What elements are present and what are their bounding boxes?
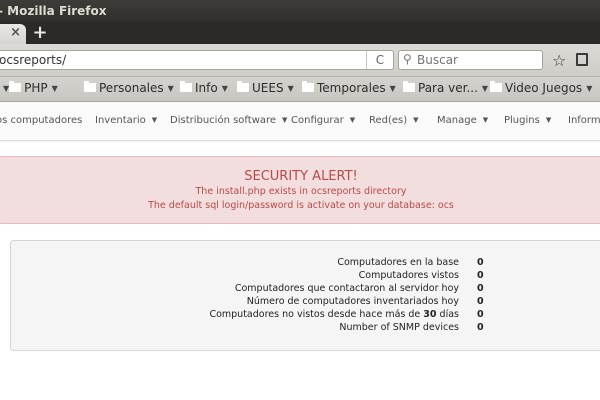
bookmark-label: PHP (24, 81, 48, 95)
stat-label-before: Computadores no vistos desde hace más de (209, 309, 421, 320)
stat-row: Número de computadores inventariados hoy… (11, 296, 600, 309)
search-box[interactable]: ⚲ (398, 50, 543, 70)
bookmarks-toolbar: ▼ PHP ▼ Personales ▼ Info ▼ UEES ▼ Temporales… (0, 77, 600, 102)
stat-label: Computadores en la base (337, 257, 459, 268)
bookmarks-menu-icon[interactable] (576, 53, 588, 66)
nav-item-computadores[interactable]: os computadores (0, 115, 82, 126)
nav-label: Red(es) (369, 115, 408, 126)
stat-row: Number of SNMP devices 0 (11, 322, 600, 335)
bookmark-folder-para-ver[interactable]: Para ver... ▼ (403, 81, 488, 97)
stat-row: Computadores que contactaron al servidor… (11, 283, 600, 296)
folder-icon (302, 81, 314, 92)
caret-down-icon: ▼ (413, 116, 419, 124)
nav-item-redes[interactable]: Red(es) ▼ (369, 115, 419, 126)
chevron-down-icon: ▼ (389, 84, 396, 93)
nav-item-manage[interactable]: Manage ▼ (437, 115, 488, 126)
nav-item-plugins[interactable]: Plugins ▼ (504, 115, 551, 126)
folder-icon (237, 81, 249, 92)
caret-down-icon: ▼ (349, 116, 356, 124)
caret-down-icon: ▼ (482, 116, 489, 124)
bookmark-folder-video-juegos[interactable]: Video Juegos ▼ (490, 81, 592, 97)
bookmark-label: Personales (99, 81, 164, 95)
browser-tab[interactable]: × (0, 24, 26, 44)
bookmark-folder-temporales[interactable]: Temporales ▼ (302, 81, 396, 97)
nav-label: os computadores (0, 115, 83, 126)
bookmark-folder-php[interactable]: ▼ PHP ▼ (0, 81, 58, 97)
reload-icon[interactable]: C (366, 51, 393, 69)
stat-label: Número de computadores inventariados hoy (246, 296, 459, 307)
security-alert: SECURITY ALERT! The install.php exists i… (0, 156, 600, 224)
close-tab-icon[interactable]: × (10, 25, 21, 40)
bookmark-star-icon[interactable]: ☆ (552, 51, 566, 70)
caret-down-icon: ▼ (151, 116, 158, 124)
nav-item-configurar[interactable]: Configurar ▼ (291, 115, 355, 126)
stat-row: Computadores en la base 0 (11, 257, 600, 270)
stat-value: 0 (477, 322, 484, 333)
stat-label: Computadores no vistos desde hace más de… (209, 309, 459, 320)
bookmark-folder-info[interactable]: Info ▼ (180, 81, 228, 97)
stat-label: Computadores vistos (358, 270, 459, 281)
nav-label: Informa (568, 115, 600, 126)
folder-icon (490, 81, 502, 92)
chevron-down-icon: ▼ (221, 84, 228, 93)
folder-icon (84, 81, 96, 92)
url-bar[interactable]: ocsreports/ C (0, 50, 394, 70)
bookmark-label: Video Juegos (505, 81, 583, 95)
chevron-down-icon: ▼ (167, 84, 174, 93)
search-input[interactable] (417, 52, 537, 68)
bookmark-label: Info (195, 81, 218, 95)
stat-value: 0 (477, 257, 484, 268)
stat-value: 0 (477, 283, 484, 294)
window-title: - Mozilla Firefox (0, 4, 107, 18)
caret-down-icon: ▼ (282, 116, 288, 124)
bookmark-label: Para ver... (418, 81, 478, 95)
nav-item-informacion[interactable]: Informa (568, 115, 600, 126)
stats-panel: Computadores en la base 0 Computadores v… (10, 240, 600, 351)
navigation-toolbar: ocsreports/ C ⚲ ☆ (0, 44, 600, 77)
alert-message-login: The default sql login/password is activa… (148, 200, 454, 211)
stat-row: Computadores vistos 0 (11, 270, 600, 283)
search-icon: ⚲ (403, 52, 412, 66)
stat-value: 0 (477, 309, 484, 320)
stat-label-after: días (439, 309, 459, 320)
nav-label: Manage (437, 115, 477, 126)
caret-down-icon: ▼ (545, 116, 552, 124)
nav-item-inventario[interactable]: Inventario ▼ (95, 115, 157, 126)
alert-message-install: The install.php exists in ocsreports dir… (195, 186, 407, 197)
bookmark-label: UEES (252, 81, 284, 95)
folder-icon (9, 81, 22, 92)
nav-label: Distribución software (170, 115, 277, 126)
alert-heading: SECURITY ALERT! (244, 169, 358, 184)
app-navbar: os computadores Inventario ▼ Distribución… (0, 102, 600, 141)
stat-label: Computadores que contactaron al servidor… (234, 283, 459, 294)
chevron-down-icon: ▼ (586, 84, 593, 93)
nav-item-distribucion-software[interactable]: Distribución software ▼ (170, 115, 287, 126)
chevron-down-icon: ▼ (51, 84, 58, 93)
stat-row: Computadores no vistos desde hace más de… (11, 309, 600, 322)
bookmark-folder-personales[interactable]: Personales ▼ (84, 81, 174, 97)
folder-icon (180, 81, 192, 92)
stat-days-value: 30 (423, 309, 437, 320)
new-tab-button[interactable]: + (30, 22, 50, 44)
chevron-down-icon: ▼ (287, 84, 294, 93)
stat-value: 0 (477, 296, 484, 307)
bookmark-folder-uees[interactable]: UEES ▼ (237, 81, 294, 97)
window-titlebar: - Mozilla Firefox (0, 0, 600, 22)
stat-label: Number of SNMP devices (339, 322, 459, 333)
stat-value: 0 (477, 270, 484, 281)
folder-icon (403, 81, 415, 92)
chevron-down-icon: ▼ (481, 84, 489, 93)
bookmark-label: Temporales (317, 81, 386, 95)
nav-label: Plugins (504, 115, 540, 126)
tab-strip: × + (0, 22, 600, 44)
url-text[interactable]: ocsreports/ (0, 53, 66, 67)
nav-label: Inventario (95, 115, 146, 126)
nav-label: Configurar (291, 115, 344, 126)
